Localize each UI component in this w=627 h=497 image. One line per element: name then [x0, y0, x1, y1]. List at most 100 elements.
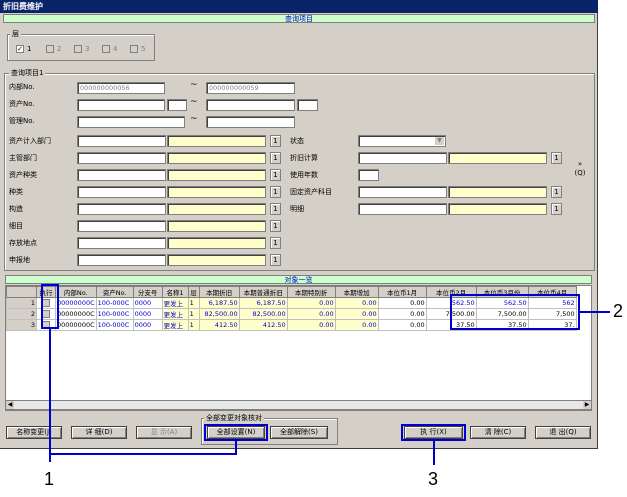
cell-month1[interactable]: 0.00 [377, 297, 427, 309]
execute-highlight [401, 424, 466, 441]
status-select[interactable]: ▼ [358, 135, 446, 147]
cell-special-depr: 0.00 [286, 308, 336, 320]
cell-special-depr: 0.00 [286, 297, 336, 309]
status-label: 状态 [290, 137, 304, 145]
callout-3-number: 3 [428, 469, 439, 489]
col-header-name1[interactable]: 名称1 [161, 286, 189, 298]
detail-item-lookup-button[interactable]: 1 [270, 220, 281, 232]
col-header-layer[interactable]: 层 [187, 286, 200, 298]
depr-calc-label: 折旧计算 [290, 154, 318, 162]
type-name-field [167, 186, 266, 198]
fixed-asset-item-lookup-button[interactable]: 1 [551, 186, 562, 198]
cell-internal-no: 00000000C [55, 297, 97, 309]
main-dept-code-input[interactable] [77, 152, 166, 164]
detail-lookup-button[interactable]: 1 [551, 203, 562, 215]
mgmt-no-range-sep: ~ [190, 114, 198, 124]
type-lookup-button[interactable]: 1 [270, 186, 281, 198]
clear-all-button[interactable]: 全部解除(S) [270, 426, 328, 439]
dept-in-lookup-button[interactable]: 1 [270, 135, 281, 147]
mgmt-no-from-input[interactable] [77, 116, 185, 128]
col-header-asset-no[interactable]: 资产No. [95, 286, 134, 298]
main-dept-label: 主管部门 [9, 154, 37, 162]
location-name-field [167, 237, 266, 249]
scroll-left-icon[interactable]: ◀ [6, 401, 14, 409]
name-change-button[interactable]: 名称变更(J) [6, 426, 62, 439]
row-number: 2 [6, 308, 37, 320]
cell-normal-depr: 6,187.50 [238, 297, 288, 309]
location-label: 存放地点 [9, 239, 37, 247]
structure-code-input[interactable] [77, 203, 166, 215]
callout-1-line-a [49, 329, 51, 462]
horizontal-scrollbar[interactable]: ◀ ▶ [5, 400, 592, 410]
window-title: 折旧费维护 [0, 0, 598, 13]
type-code-input[interactable] [77, 186, 166, 198]
cell-normal-depr: 82,500.00 [238, 308, 288, 320]
mgmt-no-to-input[interactable] [206, 116, 295, 128]
cell-internal-no: 00000000C [55, 308, 97, 320]
cell-period-depr: 412.50 [198, 319, 240, 331]
location-lookup-button[interactable]: 1 [270, 237, 281, 249]
depr-calc-lookup-button[interactable]: 1 [551, 152, 562, 164]
structure-label: 构造 [9, 205, 23, 213]
detail-button[interactable]: 详 细(D) [71, 426, 127, 439]
layer-4-label: 4 [113, 45, 118, 53]
expand-button[interactable]: » (Q) [572, 160, 588, 182]
layer-5-label: 5 [141, 45, 146, 53]
asset-no-from-input[interactable] [77, 99, 165, 111]
col-header-branch[interactable]: 分支号 [132, 286, 163, 298]
col-header-internal-no[interactable]: 内部No. [55, 286, 97, 298]
cell-increase: 0.00 [334, 297, 379, 309]
detail-item-label: 细目 [9, 222, 23, 230]
fixed-asset-item-code-input[interactable] [358, 186, 447, 198]
asset-no-to-branch-input[interactable] [297, 99, 318, 111]
fixed-asset-item-label: 固定资产科目 [290, 188, 332, 196]
col-header-period-depr[interactable]: 本期折旧 [198, 286, 240, 298]
cell-asset-no: 100-000C [95, 319, 134, 331]
dept-in-code-input[interactable] [77, 135, 166, 147]
cell-month1[interactable]: 0.00 [377, 308, 427, 320]
clear-button[interactable]: 清 除(C) [470, 426, 526, 439]
corner-cell [6, 286, 37, 298]
useful-life-input[interactable] [358, 169, 379, 181]
cell-layer: 1 [187, 308, 200, 320]
internal-no-range-sep: ~ [190, 80, 198, 90]
location-code-input[interactable] [77, 237, 166, 249]
detail-item-code-input[interactable] [77, 220, 166, 232]
set-all-highlight [204, 424, 268, 441]
asset-no-from-branch-input[interactable] [167, 99, 187, 111]
asset-no-label: 资产No. [9, 100, 35, 108]
cell-month1[interactable]: 0.00 [377, 319, 427, 331]
cell-normal-depr: 412.50 [238, 319, 288, 331]
col-header-special-depr[interactable]: 本期特别折 [286, 286, 336, 298]
col-header-month1[interactable]: 本位币1月 [377, 286, 427, 298]
cell-layer: 1 [187, 319, 200, 331]
asset-type-lookup-button[interactable]: 1 [270, 169, 281, 181]
layer-1-checkbox[interactable]: ✓ [16, 45, 24, 53]
scroll-right-icon[interactable]: ▶ [583, 401, 591, 409]
asset-no-to-input[interactable] [206, 99, 295, 111]
cell-asset-no: 100-000C [95, 297, 134, 309]
report-place-name-field [167, 254, 266, 266]
exit-button[interactable]: 退 出(Q) [535, 426, 591, 439]
cell-branch: 0000 [132, 319, 163, 331]
detail-label: 明细 [290, 205, 304, 213]
cell-asset-no: 100-000C [95, 308, 134, 320]
internal-no-from-input[interactable]: 000000000056 [77, 82, 165, 94]
useful-life-label: 使用年数 [290, 171, 318, 179]
detail-code-input[interactable] [358, 203, 447, 215]
layer-3-label: 3 [85, 45, 90, 53]
col-header-normal-depr[interactable]: 本期普通折旧 [238, 286, 288, 298]
fixed-asset-item-name-field [448, 186, 547, 198]
depr-calc-code-input[interactable] [358, 152, 447, 164]
col-header-increase[interactable]: 本期增加 [334, 286, 379, 298]
report-place-code-input[interactable] [77, 254, 166, 266]
structure-lookup-button[interactable]: 1 [270, 203, 281, 215]
layer-2-label: 2 [57, 45, 62, 53]
main-dept-lookup-button[interactable]: 1 [270, 152, 281, 164]
cell-increase: 0.00 [334, 319, 379, 331]
layer-5-checkbox [130, 45, 138, 53]
internal-no-to-input[interactable]: 000000000059 [206, 82, 295, 94]
depr-calc-name-field [448, 152, 547, 164]
asset-type-code-input[interactable] [77, 169, 166, 181]
report-place-lookup-button[interactable]: 1 [270, 254, 281, 266]
